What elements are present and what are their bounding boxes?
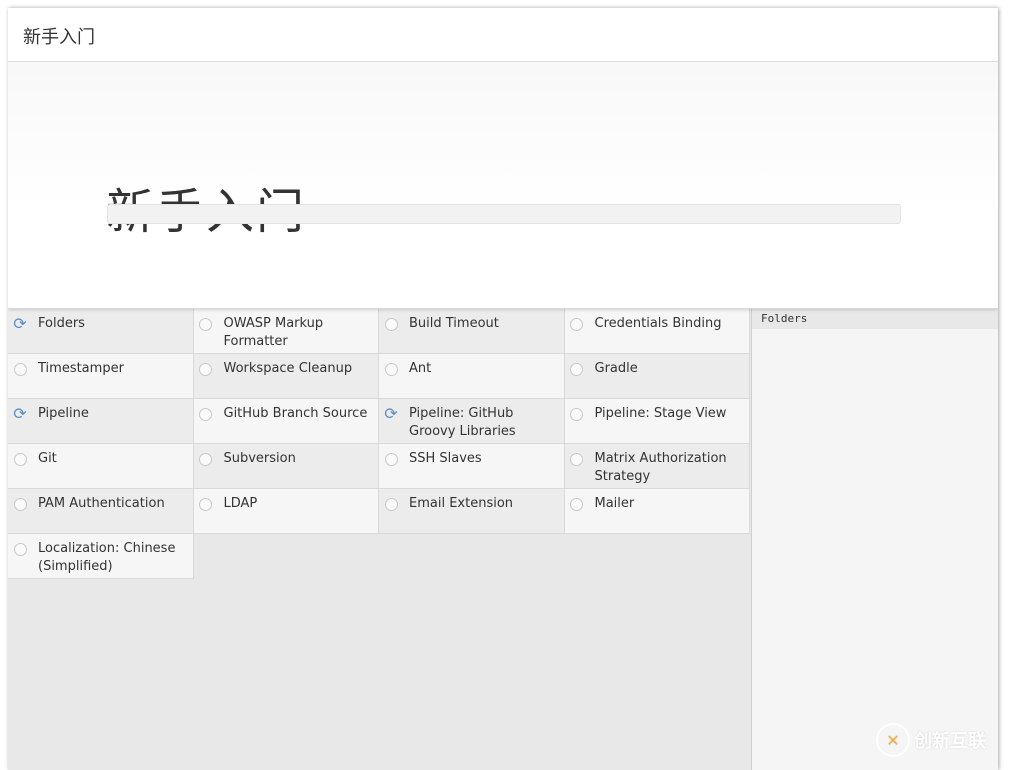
plugin-name: Ant <box>409 361 432 376</box>
plugin-name: Build Timeout <box>409 316 499 331</box>
circle-icon <box>199 452 213 466</box>
plugin-item: Timestamper <box>8 354 194 399</box>
plugin-name: PAM Authentication <box>38 496 165 511</box>
plugin-name: SSH Slaves <box>409 451 482 466</box>
plugin-name: Credentials Binding <box>594 316 722 331</box>
circle-icon <box>570 452 584 466</box>
plugin-item: Gradle <box>564 354 750 399</box>
plugin-name: Folders <box>38 316 85 331</box>
circle-icon <box>384 452 398 466</box>
circle-icon <box>570 407 584 421</box>
install-log-pane[interactable]: Folders <box>751 309 998 770</box>
circle-icon <box>384 317 398 331</box>
plugin-name: Subversion <box>223 451 296 466</box>
watermark-logo-icon: ✕ <box>876 723 910 757</box>
circle-icon <box>13 362 27 376</box>
plugin-name: Matrix Authorization Strategy <box>594 451 727 484</box>
plugin-item: Git <box>8 444 194 489</box>
refresh-icon: ⟳ <box>13 314 27 333</box>
plugin-item: Matrix Authorization Strategy <box>564 444 750 489</box>
install-log-line: Folders <box>752 309 998 329</box>
refresh-icon: ⟳ <box>384 404 398 423</box>
plugin-item: Subversion <box>193 444 379 489</box>
plugin-name: OWASP Markup Formatter <box>223 316 324 349</box>
refresh-icon: ⟳ <box>13 404 27 423</box>
plugin-item: Ant <box>379 354 565 399</box>
circle-icon <box>13 497 27 511</box>
plugin-name: Pipeline <box>38 406 89 421</box>
plugin-item: Build Timeout <box>379 309 565 354</box>
circle-icon <box>199 407 213 421</box>
plugin-item: ⟳ Pipeline <box>8 399 194 444</box>
plugin-item: Email Extension <box>379 489 565 534</box>
hero-panel: 新手入门 <box>8 62 998 309</box>
circle-icon <box>199 497 213 511</box>
circle-icon <box>199 362 213 376</box>
plugin-item: LDAP <box>193 489 379 534</box>
circle-icon <box>570 362 584 376</box>
watermark: ✕ 创新互联 <box>876 723 986 757</box>
plugin-name: Localization: Chinese (Simplified) <box>38 541 176 574</box>
plugin-item: Workspace Cleanup <box>193 354 379 399</box>
plugin-name: Timestamper <box>38 361 124 376</box>
plugin-item: Pipeline: Stage View <box>564 399 750 444</box>
plugin-name: Gradle <box>594 361 638 376</box>
plugin-name: Pipeline: Stage View <box>594 406 727 421</box>
plugin-name: GitHub Branch Source <box>223 406 368 421</box>
plugin-name: Pipeline: GitHub Groovy Libraries <box>409 406 516 439</box>
plugin-name: Email Extension <box>409 496 514 511</box>
plugin-list: ⟳ Folders OWASP Markup Formatter Build Time… <box>8 309 751 579</box>
plugin-name: LDAP <box>223 496 258 511</box>
plugin-item: Mailer <box>564 489 750 534</box>
plugin-item: ⟳ Pipeline: GitHub Groovy Libraries <box>379 399 565 444</box>
plugin-item: OWASP Markup Formatter <box>193 309 379 354</box>
header-bar: 新手入门 <box>8 8 998 62</box>
install-progress-bar <box>107 204 901 224</box>
plugin-item: GitHub Branch Source <box>193 399 379 444</box>
plugin-item: ⟳ Folders <box>8 309 194 354</box>
plugin-item: PAM Authentication <box>8 489 194 534</box>
setup-wizard-window: 新手入门 新手入门 ⟳ Folders OWASP Markup Formatter… <box>8 8 998 770</box>
plugin-item: SSH Slaves <box>379 444 565 489</box>
circle-icon <box>13 542 27 556</box>
plugin-item: Localization: Chinese (Simplified) <box>8 534 194 579</box>
watermark-text: 创新互联 <box>914 731 986 752</box>
plugin-name: Workspace Cleanup <box>223 361 353 376</box>
header-title: 新手入门 <box>23 27 95 48</box>
circle-icon <box>384 362 398 376</box>
circle-icon <box>570 497 584 511</box>
circle-icon <box>13 452 27 466</box>
plugin-item: Credentials Binding <box>564 309 750 354</box>
plugin-name: Mailer <box>594 496 635 511</box>
circle-icon <box>570 317 584 331</box>
circle-icon <box>199 317 213 331</box>
plugin-name: Git <box>38 451 57 466</box>
circle-icon <box>384 497 398 511</box>
